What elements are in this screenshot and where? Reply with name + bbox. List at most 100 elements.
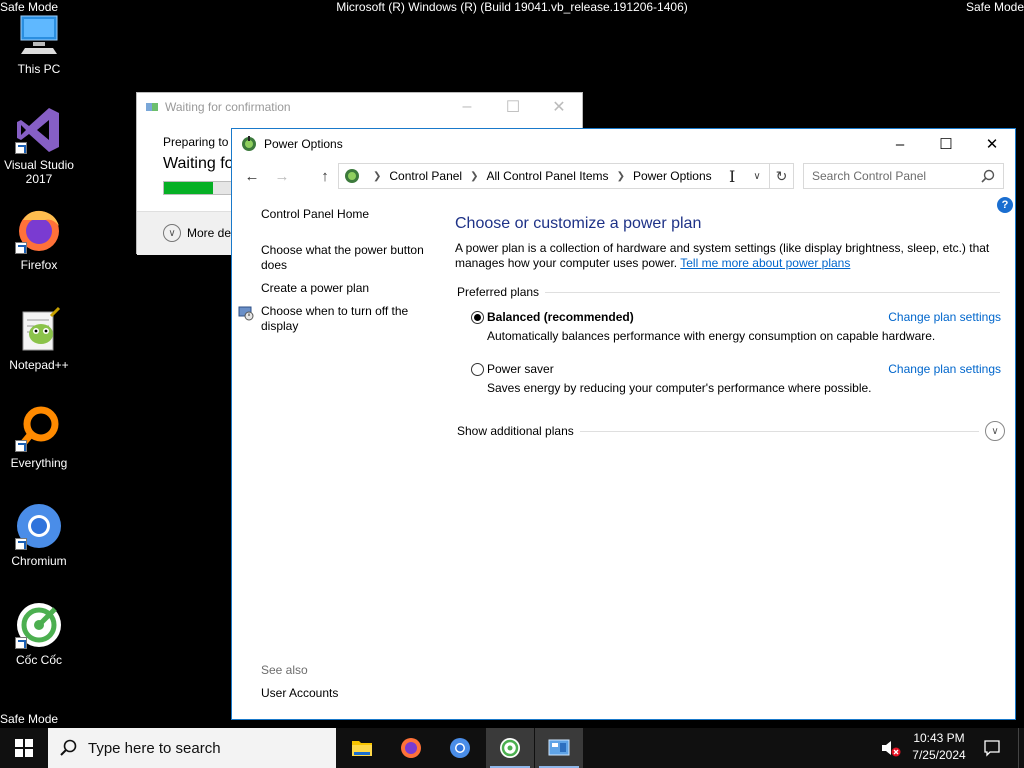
firefox-icon <box>401 738 421 758</box>
close-button[interactable]: ✕ <box>969 129 1015 159</box>
display-settings-icon <box>238 306 254 321</box>
installer-icon <box>146 103 158 111</box>
plan-description: Automatically balances performance with … <box>487 329 936 343</box>
help-icon[interactable]: ? <box>997 197 1013 213</box>
navigation-bar: ← → ↑ ❯ Control Panel ❯ All Control Pane… <box>232 161 1015 191</box>
taskbar-coc-coc[interactable] <box>486 728 534 768</box>
plan-name[interactable]: Balanced (recommended) <box>487 310 634 324</box>
breadcrumb-separator-icon[interactable]: ❯ <box>617 171 625 182</box>
desktop-icon-label: Visual Studio 2017 <box>4 158 74 186</box>
divider <box>545 291 1000 293</box>
page-description: A power plan is a collection of hardware… <box>455 241 1000 271</box>
breadcrumb-all-items[interactable]: All Control Panel Items <box>487 169 609 183</box>
user-accounts-link[interactable]: User Accounts <box>261 686 338 700</box>
waiting-dialog-title: Waiting for confirmation <box>165 100 291 114</box>
waiting-text: Waiting fo <box>163 155 234 172</box>
power-options-window[interactable]: Power Options – ☐ ✕ ← → ↑ ❯ Control Pane… <box>231 128 1016 720</box>
show-additional-plans-label[interactable]: Show additional plans <box>457 424 574 438</box>
chevron-down-icon[interactable]: ∨ <box>985 421 1005 441</box>
close-button[interactable]: ✕ <box>536 93 582 121</box>
taskbar-control-panel[interactable] <box>535 728 583 768</box>
shortcut-arrow-icon <box>15 637 27 649</box>
start-button[interactable] <box>0 728 48 768</box>
show-desktop-button[interactable] <box>1018 728 1024 768</box>
breadcrumb-separator-icon[interactable]: ❯ <box>373 171 381 182</box>
system-clock[interactable]: 10:43 PM 7/25/2024 <box>906 730 972 764</box>
minimize-button[interactable]: – <box>444 93 490 121</box>
plan-radio-power-saver[interactable] <box>471 363 484 376</box>
volume-muted-icon[interactable] <box>880 738 902 758</box>
create-power-plan-link[interactable]: Create a power plan <box>261 281 441 296</box>
windows-logo-icon <box>15 739 33 757</box>
safe-mode-label-bottom-left: Safe Mode <box>0 712 59 726</box>
desktop-icon-firefox[interactable]: Firefox <box>0 206 78 272</box>
search-box[interactable] <box>803 163 1004 189</box>
waiting-dialog-controls: – ☐ ✕ <box>444 93 582 121</box>
preparing-text: Preparing to <box>163 135 229 149</box>
search-input[interactable] <box>812 169 972 183</box>
desktop-icon-label: Firefox <box>20 258 58 272</box>
forward-button[interactable]: → <box>270 165 294 187</box>
address-dropdown-icon[interactable]: ∨ <box>749 168 765 184</box>
learn-more-link[interactable]: Tell me more about power plans <box>680 256 850 270</box>
taskbar-chromium[interactable] <box>436 728 484 768</box>
everything-icon <box>15 404 63 452</box>
preferred-plans-label: Preferred plans <box>457 285 540 299</box>
power-button-link[interactable]: Choose what the power button does <box>261 243 441 273</box>
desktop-icon-label: Notepad++ <box>9 358 69 372</box>
more-details-label: More det <box>187 226 235 240</box>
up-button[interactable]: ↑ <box>313 165 337 187</box>
taskbar-search-box[interactable]: Type here to search <box>48 728 336 768</box>
change-plan-settings-link[interactable]: Change plan settings <box>888 310 1001 324</box>
change-plan-settings-link[interactable]: Change plan settings <box>888 362 1001 376</box>
page-title: Choose or customize a power plan <box>455 215 702 232</box>
control-panel-icon <box>345 169 359 183</box>
power-options-icon <box>242 136 256 151</box>
chevron-down-icon: ∨ <box>163 224 181 242</box>
control-panel-home-link[interactable]: Control Panel Home <box>261 207 441 222</box>
windows-build-text: Microsoft (R) Windows (R) (Build 19041.v… <box>336 0 688 14</box>
taskbar-firefox[interactable] <box>387 728 435 768</box>
plan-radio-balanced[interactable] <box>471 311 484 324</box>
back-button[interactable]: ← <box>240 165 264 187</box>
this-pc-icon <box>15 10 63 58</box>
desktop-icon-label: This PC <box>17 62 61 76</box>
breadcrumb-control-panel[interactable]: Control Panel <box>389 169 462 183</box>
address-bar[interactable]: ❯ Control Panel ❯ All Control Panel Item… <box>338 163 794 189</box>
visual-studio-icon <box>15 106 63 154</box>
shortcut-arrow-icon <box>15 538 27 550</box>
turn-off-display-link[interactable]: Choose when to turn off the display <box>261 304 441 334</box>
maximize-button[interactable]: ☐ <box>490 93 536 121</box>
desktop-icon-this-pc[interactable]: This PC <box>0 10 78 76</box>
desktop-icon-coc-coc[interactable]: Cốc Cốc <box>0 601 78 667</box>
desktop-icon-label: Cốc Cốc <box>15 653 62 667</box>
taskbar: Type here to search 10:43 PM 7/25/2024 <box>0 728 1024 768</box>
notification-icon <box>984 740 1000 757</box>
desktop-icon-everything[interactable]: Everything <box>0 404 78 470</box>
waiting-progress-fill <box>164 182 214 194</box>
clock-date: 7/25/2024 <box>912 748 966 762</box>
notepad-plus-plus-icon <box>15 306 63 354</box>
breadcrumb-power-options[interactable]: Power Options <box>633 169 712 183</box>
refresh-button[interactable]: ↻ <box>769 164 793 188</box>
show-additional-plans[interactable]: Show additional plans ∨ <box>457 421 1005 441</box>
plan-name[interactable]: Power saver <box>487 362 554 376</box>
taskbar-search-placeholder: Type here to search <box>88 739 221 757</box>
desktop-icon-chromium[interactable]: Chromium <box>0 502 78 568</box>
breadcrumb-separator-icon[interactable]: ❯ <box>470 171 478 182</box>
preferred-plans-header: Preferred plans <box>457 285 1000 299</box>
plan-description: Saves energy by reducing your computer's… <box>487 381 872 395</box>
maximize-button[interactable]: ☐ <box>923 129 969 159</box>
desktop-icon-notepad-plus-plus[interactable]: Notepad++ <box>0 306 78 372</box>
action-center-button[interactable] <box>976 728 1008 768</box>
window-controls: – ☐ ✕ <box>877 129 1015 159</box>
safe-mode-label-top-right: Safe Mode <box>965 0 1024 14</box>
shortcut-arrow-icon <box>15 242 27 254</box>
shortcut-arrow-icon <box>15 142 27 154</box>
desktop-icon-visual-studio[interactable]: Visual Studio 2017 <box>0 106 78 186</box>
firefox-icon <box>15 206 63 254</box>
more-details-toggle[interactable]: ∨ More det <box>163 224 234 242</box>
window-title: Power Options <box>264 137 343 151</box>
minimize-button[interactable]: – <box>877 129 923 159</box>
taskbar-file-explorer[interactable] <box>338 728 386 768</box>
